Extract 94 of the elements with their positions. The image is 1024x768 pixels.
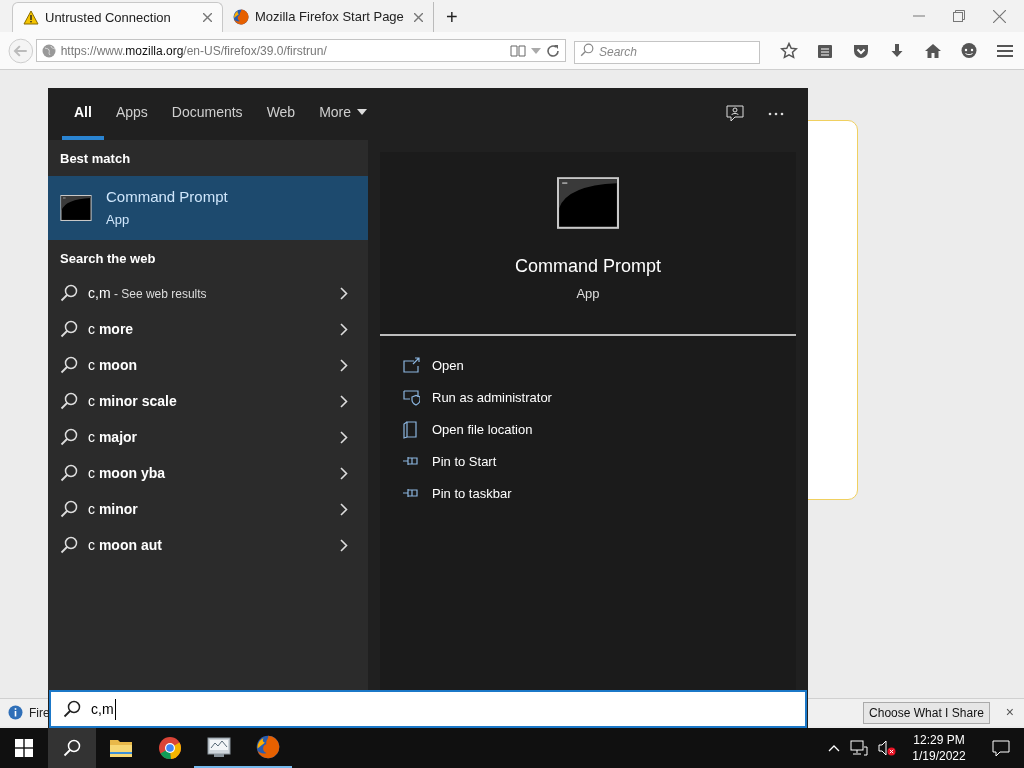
warning-icon <box>23 9 39 26</box>
windows-start-icon[interactable] <box>15 739 33 757</box>
address-bar[interactable]: https://www.mozilla.org/en-US/firefox/39.0/firstrun/ <box>35 39 566 62</box>
muted-speaker-icon[interactable] <box>878 740 896 756</box>
section-heading: Best match <box>59 150 132 168</box>
close-notification-button[interactable]: × <box>1003 702 1016 723</box>
chevron-up-icon[interactable] <box>828 744 840 752</box>
web-result-item[interactable]: c minor scale <box>48 383 368 419</box>
search-icon <box>580 43 594 57</box>
network-icon[interactable] <box>850 740 868 756</box>
action-item[interactable]: Run as administrator <box>380 381 796 414</box>
filter-tab[interactable]: Apps <box>103 88 160 140</box>
chevron-right-icon <box>340 538 348 552</box>
chat-icon[interactable] <box>960 41 978 60</box>
result-text: c,m - See web results <box>88 283 208 303</box>
choose-what-i-share-button[interactable]: Choose What I Share <box>863 701 990 724</box>
app-type: App <box>106 211 131 229</box>
search-box[interactable]: c,m <box>49 690 807 728</box>
web-result-item[interactable]: c moon aut <box>48 527 368 563</box>
preview-subtitle: App <box>576 285 600 303</box>
restore-icon[interactable] <box>953 10 965 22</box>
clock-date: 1/19/2022 <box>912 748 966 764</box>
tab-title: Untrusted Connection <box>45 8 172 27</box>
close-tab-icon[interactable] <box>203 13 212 22</box>
star-icon[interactable] <box>780 41 798 60</box>
more-options-icon[interactable] <box>768 112 784 116</box>
search-icon <box>63 739 81 757</box>
action-item[interactable]: Pin to Start <box>380 445 796 478</box>
search-icon <box>60 392 78 410</box>
chevron-right-icon <box>340 358 348 372</box>
search-icon <box>63 700 81 718</box>
action-item[interactable]: Open file location <box>380 413 796 446</box>
notification-center-icon[interactable] <box>992 739 1010 757</box>
feedback-icon[interactable] <box>726 105 744 123</box>
action-item[interactable]: Open <box>380 349 796 382</box>
chevron-right-icon <box>340 502 348 516</box>
search-icon <box>60 500 78 518</box>
open-window-icon <box>402 356 420 375</box>
clock-time: 12:29 PM <box>913 732 965 748</box>
chevron-right-icon <box>340 430 348 444</box>
reload-icon[interactable] <box>546 43 560 58</box>
web-result-item[interactable]: c,m - See web results <box>48 275 368 311</box>
browser-tab[interactable]: Untrusted Connection <box>12 2 223 32</box>
result-text: c moon yba <box>88 463 166 483</box>
web-result-item[interactable]: c minor <box>48 491 368 527</box>
web-result-item[interactable]: c moon yba <box>48 455 368 491</box>
action-item[interactable]: Pin to taskbar <box>380 477 796 510</box>
filter-tab[interactable]: Documents <box>159 88 255 140</box>
preview-title: Command Prompt <box>514 255 662 278</box>
search-icon <box>60 536 78 554</box>
query-text: c,m <box>91 698 116 720</box>
reader-view-icon[interactable] <box>510 44 526 57</box>
firefox-icon <box>255 735 280 759</box>
chevron-right-icon <box>340 394 348 408</box>
result-text: c major <box>88 427 138 447</box>
new-tab-button[interactable]: + <box>442 2 462 32</box>
globe-icon <box>41 43 56 58</box>
url-text: https://www.mozilla.org/en-US/firefox/39.0/firstrun/ <box>60 42 328 60</box>
app-name: Command Prompt <box>106 186 228 207</box>
chevron-right-icon <box>340 322 348 336</box>
search-icon <box>60 428 78 446</box>
result-text: c minor scale <box>88 391 178 411</box>
shield-icon <box>402 388 420 407</box>
command-prompt-icon <box>60 194 92 221</box>
folder-outline-icon <box>402 420 420 439</box>
search-icon <box>60 356 78 374</box>
section-heading: Search the web <box>59 249 157 268</box>
search-icon <box>60 284 78 302</box>
web-result-item[interactable]: c more <box>48 311 368 347</box>
chevron-right-icon <box>340 286 348 300</box>
firefox-icon <box>233 9 249 25</box>
web-result-item[interactable]: c moon <box>48 347 368 383</box>
best-match-item[interactable]: Command Prompt App <box>48 175 368 240</box>
home-icon[interactable] <box>924 41 942 60</box>
close-icon[interactable] <box>993 9 1006 23</box>
search-field[interactable]: Search <box>574 40 760 64</box>
result-text: c moon <box>88 355 138 375</box>
chevron-right-icon <box>340 466 348 480</box>
filter-tab[interactable]: Web <box>254 88 308 140</box>
info-icon <box>8 705 23 720</box>
command-prompt-large-icon <box>557 177 619 229</box>
search-icon <box>60 320 78 338</box>
chrome-icon[interactable] <box>157 736 182 760</box>
search-icon <box>60 464 78 482</box>
web-result-item[interactable]: c major <box>48 419 368 455</box>
result-text: c more <box>88 319 135 339</box>
folder-icon[interactable] <box>108 738 133 758</box>
close-tab-icon[interactable] <box>414 12 423 22</box>
tab-title: Mozilla Firefox Start Page <box>255 8 405 27</box>
server-manager-icon[interactable] <box>205 735 232 759</box>
filter-tab[interactable]: More <box>307 88 380 140</box>
result-text: c moon aut <box>88 535 163 555</box>
taskbar-search-button[interactable] <box>48 728 96 768</box>
result-text: c minor <box>88 499 139 519</box>
